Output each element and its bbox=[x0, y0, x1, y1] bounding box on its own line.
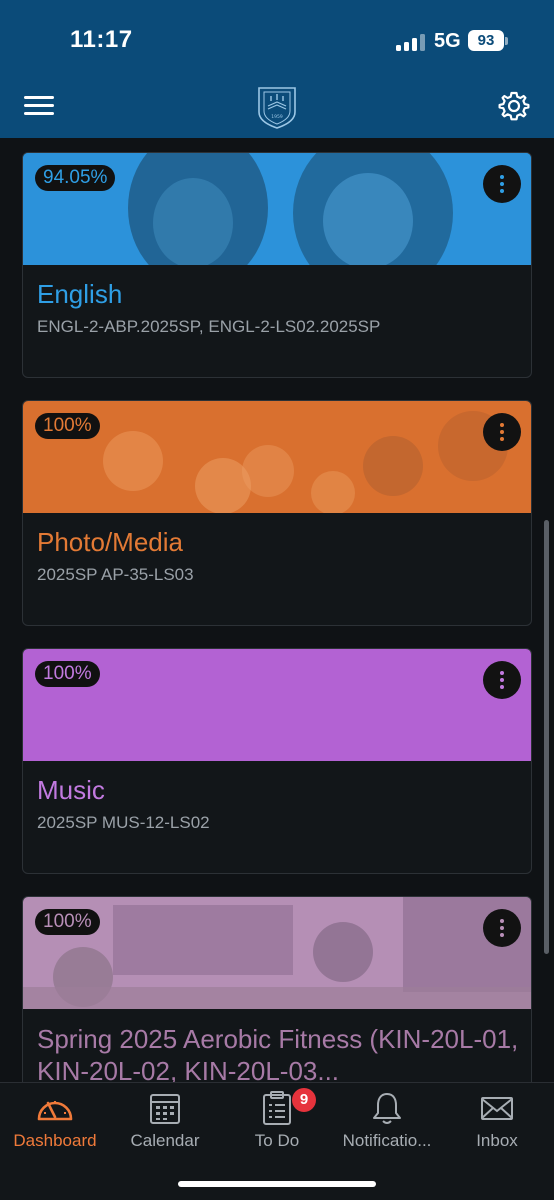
tab-notifications[interactable]: Notificatio... bbox=[332, 1091, 442, 1151]
tab-inbox[interactable]: Inbox bbox=[442, 1091, 552, 1151]
tab-label: To Do bbox=[254, 1131, 300, 1150]
settings-gear-icon[interactable] bbox=[498, 90, 530, 122]
course-image: 100% bbox=[23, 897, 531, 1009]
course-image: 100% bbox=[23, 649, 531, 761]
tab-dashboard[interactable]: Dashboard bbox=[0, 1091, 110, 1151]
more-options-icon[interactable] bbox=[483, 909, 521, 947]
course-card-english[interactable]: 94.05% English ENGL-2-ABP.2025SP, ENGL-2… bbox=[22, 152, 532, 378]
course-title: Spring 2025 Aerobic Fitness (KIN-20L-01,… bbox=[37, 1024, 519, 1082]
dashboard-screen: 11:17 5G 93 1959 94.05% English ENGL-2-A… bbox=[0, 0, 554, 1200]
more-options-icon[interactable] bbox=[483, 661, 521, 699]
grade-badge: 100% bbox=[35, 909, 100, 935]
tab-label: Calendar bbox=[130, 1131, 200, 1150]
battery-level: 93 bbox=[468, 30, 504, 51]
course-code: ENGL-2-ABP.2025SP, ENGL-2-LS02.2025SP bbox=[37, 317, 381, 336]
course-code: 2025SP MUS-12-LS02 bbox=[37, 813, 210, 832]
course-code: 2025SP AP-35-LS03 bbox=[37, 565, 194, 584]
envelope-icon bbox=[481, 1097, 513, 1120]
course-title: Photo/Media bbox=[37, 527, 183, 557]
todo-count-badge: 9 bbox=[292, 1088, 316, 1112]
status-time: 11:17 bbox=[70, 26, 133, 53]
college-logo: 1959 bbox=[258, 87, 296, 129]
course-image: 100% bbox=[23, 401, 531, 513]
cell-signal-icon bbox=[396, 33, 426, 51]
grade-badge: 100% bbox=[35, 661, 100, 687]
tab-label: Dashboard bbox=[13, 1131, 97, 1150]
tab-calendar[interactable]: Calendar bbox=[110, 1091, 220, 1151]
grade-badge: 100% bbox=[35, 413, 100, 439]
logo-year: 1959 bbox=[271, 114, 283, 120]
clipboard-icon bbox=[263, 1091, 291, 1125]
course-list[interactable]: 94.05% English ENGL-2-ABP.2025SP, ENGL-2… bbox=[0, 138, 554, 1082]
hamburger-menu-icon[interactable] bbox=[24, 94, 54, 118]
course-image: 94.05% bbox=[23, 153, 531, 265]
course-title: Music bbox=[37, 775, 105, 805]
grade-badge: 94.05% bbox=[35, 165, 116, 191]
app-header: 11:17 5G 93 1959 bbox=[0, 0, 554, 138]
network-type: 5G bbox=[434, 30, 461, 52]
course-card-music[interactable]: 100% Music 2025SP MUS-12-LS02 bbox=[22, 648, 532, 874]
calendar-icon bbox=[150, 1094, 180, 1124]
dashboard-gauge-icon bbox=[37, 1101, 73, 1121]
tab-label: Notificatio... bbox=[342, 1131, 432, 1150]
course-title: English bbox=[37, 279, 123, 309]
course-card-aerobic-fitness[interactable]: 100% Spring 2025 Aerobic Fitness (KIN-20… bbox=[22, 896, 532, 1082]
battery-icon bbox=[505, 37, 508, 45]
tab-label: Inbox bbox=[476, 1131, 518, 1150]
scrollbar[interactable] bbox=[544, 520, 549, 954]
home-indicator[interactable] bbox=[178, 1181, 376, 1187]
bell-icon bbox=[373, 1093, 401, 1124]
more-options-icon[interactable] bbox=[483, 165, 521, 203]
course-card-photo-media[interactable]: 100% Photo/Media 2025SP AP-35-LS03 bbox=[22, 400, 532, 626]
more-options-icon[interactable] bbox=[483, 413, 521, 451]
